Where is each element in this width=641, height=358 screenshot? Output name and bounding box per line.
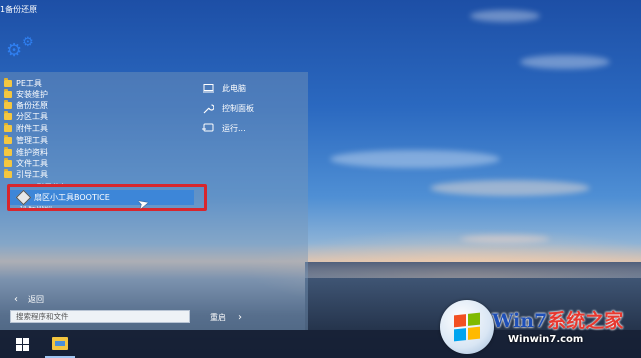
chevron-left-icon: ‹ xyxy=(14,294,18,305)
folder-label: 分区工具 xyxy=(16,112,48,121)
folder-item-backup-restore[interactable]: 备份还原 xyxy=(4,100,124,111)
right-item-label: 运行... xyxy=(222,123,246,133)
folder-icon xyxy=(4,123,12,132)
folder-icon xyxy=(4,89,12,98)
folder-icon xyxy=(4,111,12,120)
folder-label: 备份还原 xyxy=(16,101,48,110)
restart-label: 重启 xyxy=(210,313,226,322)
folder-item-install-maintain[interactable]: 安装维护 xyxy=(4,89,124,100)
gear-icon-small: ⚙ xyxy=(22,35,34,50)
folder-label: PE工具 xyxy=(16,79,42,88)
watermark-brand: Win7系统之家 xyxy=(492,306,623,333)
folder-label: 附件工具 xyxy=(16,124,48,133)
highlight-box xyxy=(7,184,207,211)
folder-item-file-tools[interactable]: 文件工具 xyxy=(4,158,124,169)
windows-icon[interactable] xyxy=(16,338,29,351)
folder-icon xyxy=(4,158,12,167)
wrench-icon xyxy=(202,103,214,114)
folder-icon[interactable] xyxy=(52,337,68,350)
right-item-this-pc[interactable]: 此电脑 xyxy=(202,82,246,94)
folder-label: 管理工具 xyxy=(16,136,48,145)
right-item-label: 此电脑 xyxy=(222,83,246,93)
folder-item-maintenance-docs[interactable]: 维护资料 xyxy=(4,147,124,158)
folder-item-boot-tools[interactable]: 引导工具 xyxy=(4,169,124,180)
search-input[interactable]: 搜索程序和文件 xyxy=(10,310,190,323)
start-menu: PE工具 安装维护 备份还原 分区工具 附件工具 管理工具 维护资料 文件工具 xyxy=(0,72,308,330)
run-icon xyxy=(202,123,214,133)
right-item-label: 控制面板 xyxy=(222,103,254,113)
right-item-control-panel[interactable]: 控制面板 xyxy=(202,102,254,114)
windows-flag-icon xyxy=(454,312,480,342)
watermark-brand-a: Win7 xyxy=(492,310,548,332)
watermark-circle xyxy=(440,300,494,354)
folder-icon xyxy=(4,147,12,156)
folder-icon xyxy=(4,169,12,178)
watermark-logo: Win7系统之家 Winwin7.com xyxy=(440,298,640,356)
watermark-url: Winwin7.com xyxy=(508,334,584,345)
all-programs-list: PE工具 安装维护 备份还原 分区工具 附件工具 管理工具 维护资料 文件工具 xyxy=(0,72,207,286)
folder-label: 文件工具 xyxy=(16,159,48,168)
chevron-right-icon: › xyxy=(238,312,242,323)
folder-label: 安装维护 xyxy=(16,90,48,99)
folder-item-partition-tools[interactable]: 分区工具 xyxy=(4,111,124,122)
restart-button[interactable]: 重启 › xyxy=(210,312,242,323)
folder-item-pe-tools[interactable]: PE工具 xyxy=(4,78,124,89)
back-button[interactable]: ‹ 返回 xyxy=(14,294,44,305)
right-item-run[interactable]: 运行... xyxy=(202,122,246,134)
gear-icon: ⚙ xyxy=(6,40,23,61)
folder-label: 维护资料 xyxy=(16,148,48,157)
computer-icon xyxy=(202,83,214,93)
folder-item-accessory-tools[interactable]: 附件工具 xyxy=(4,123,124,134)
folder-icon xyxy=(4,78,12,87)
window-title-fragment: 1备份还原 xyxy=(0,5,38,14)
folder-icon xyxy=(4,135,12,144)
folder-label: 引导工具 xyxy=(16,170,48,179)
back-label: 返回 xyxy=(28,295,44,304)
watermark-brand-b: 系统之家 xyxy=(547,310,624,332)
horizon xyxy=(305,262,641,278)
folder-item-admin-tools[interactable]: 管理工具 xyxy=(4,135,124,146)
folder-icon xyxy=(4,100,12,109)
